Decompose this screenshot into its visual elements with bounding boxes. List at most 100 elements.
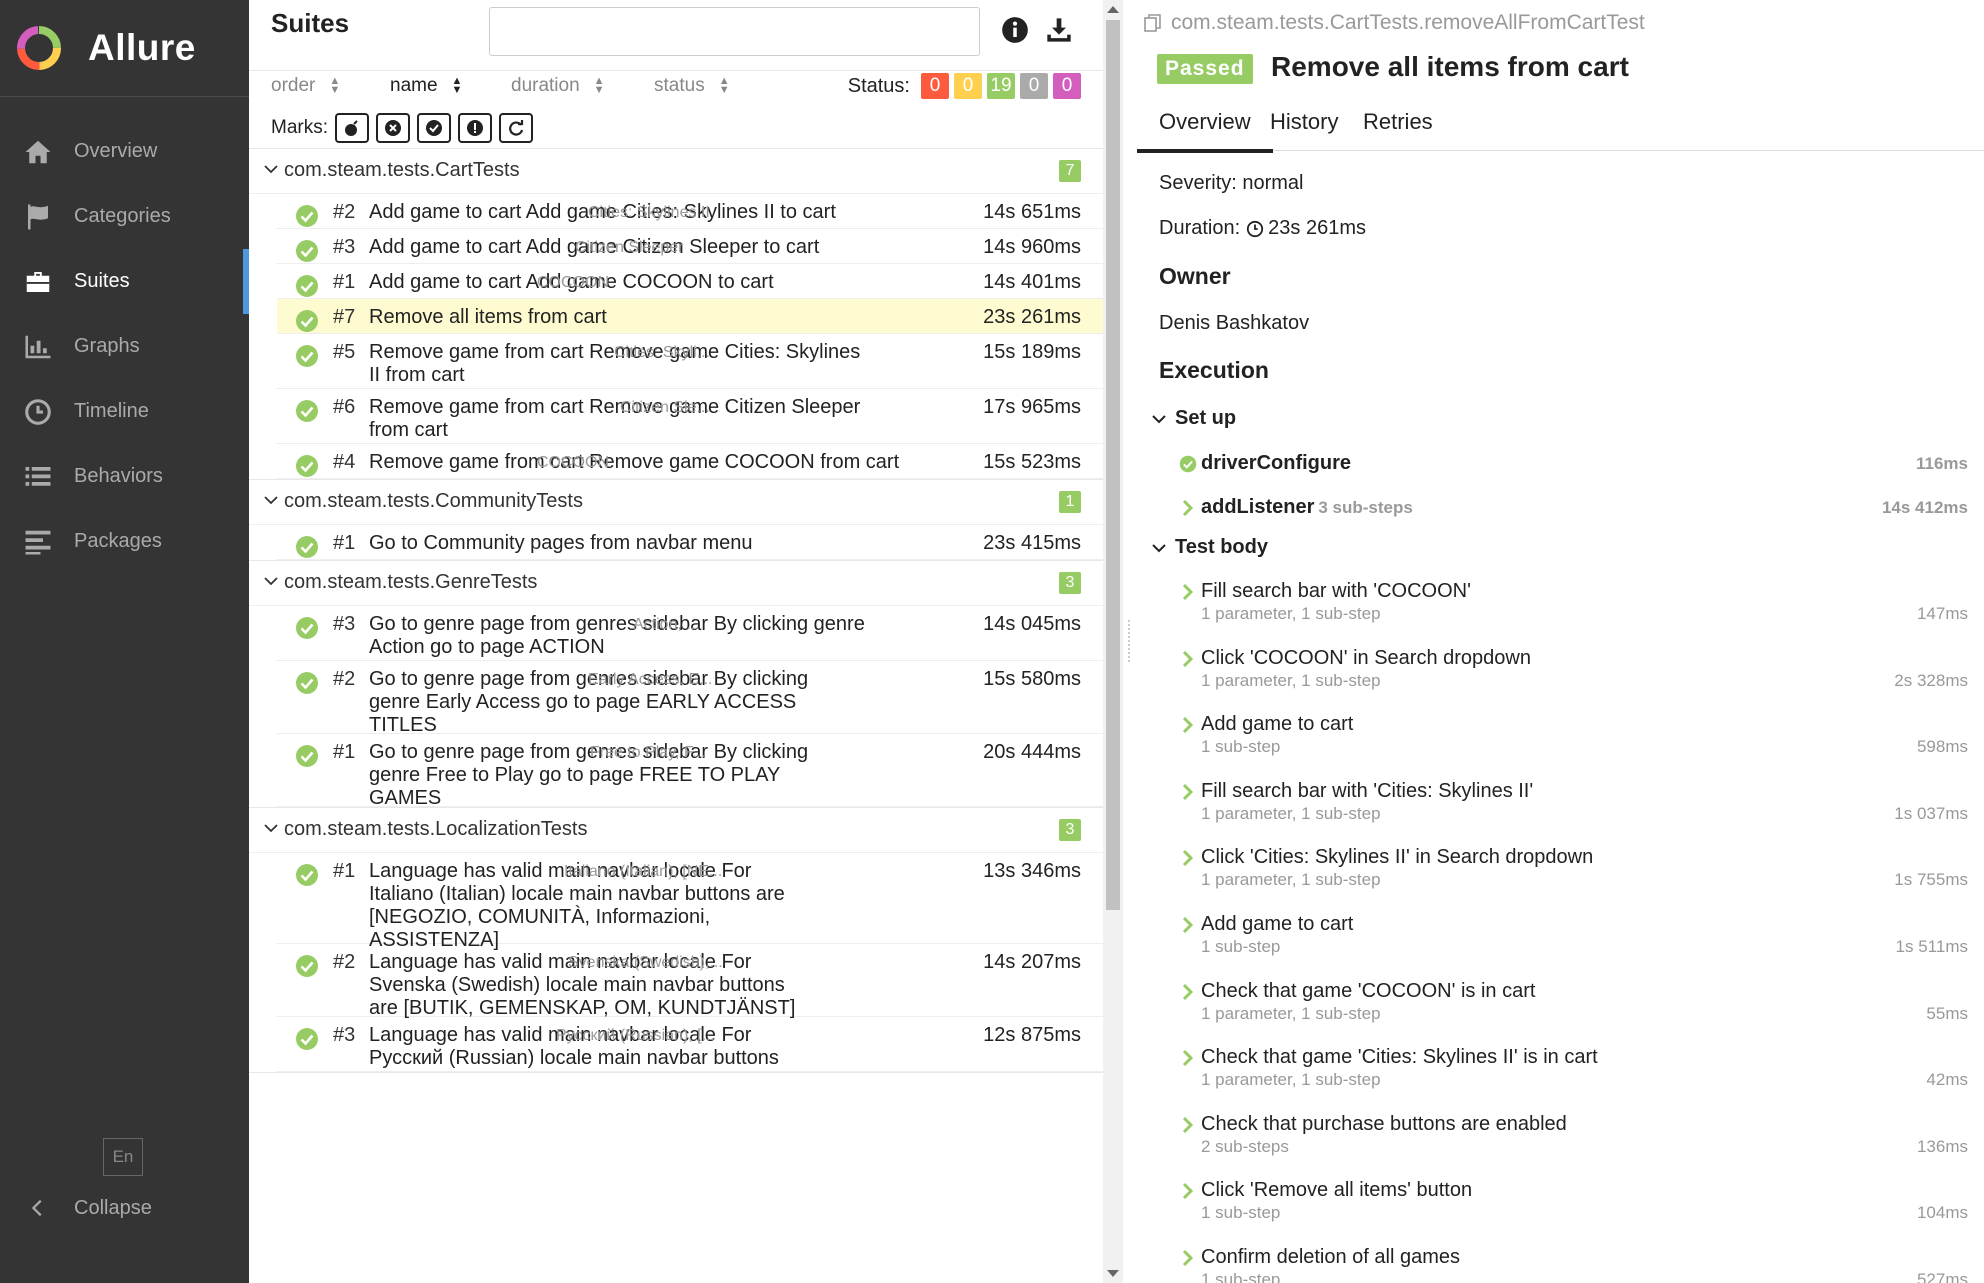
test-row[interactable]: #7 Remove all items from cart 23s 261ms	[277, 299, 1103, 334]
splitter-grip[interactable]	[1128, 620, 1134, 662]
sidebar-item-suites[interactable]: Suites	[0, 249, 249, 314]
status-failed-badge[interactable]: 0	[921, 73, 949, 99]
check-circle-icon	[296, 1028, 318, 1050]
suite-group-header[interactable]: com.steam.tests.CommunityTests 1	[249, 480, 1103, 525]
step-duration: 116ms	[1916, 454, 1968, 473]
test-title-line: Remove all items from cart	[369, 306, 607, 328]
download-icon[interactable]	[1045, 16, 1073, 44]
sort-order[interactable]: order ▲ ▼	[271, 75, 340, 97]
test-row[interactable]: #1 Language has valid main navbar locale …	[277, 853, 1103, 951]
test-number: #1	[333, 741, 356, 763]
mark-new-failed-toggle[interactable]	[376, 113, 410, 143]
refresh-icon	[509, 120, 524, 136]
scroll-thumb[interactable]	[1106, 20, 1120, 910]
language-button[interactable]: En	[103, 1138, 143, 1176]
info-icon[interactable]	[1001, 16, 1029, 44]
suite-group-header[interactable]: com.steam.tests.GenreTests 3	[249, 561, 1103, 606]
test-number: #3	[333, 236, 356, 258]
pane-splitter[interactable]	[1123, 0, 1137, 1283]
test-row[interactable]: #1 Go to genre page from genres sidebar B…	[277, 734, 1103, 809]
mark-new-broken-toggle[interactable]	[458, 113, 492, 143]
test-number: #2	[333, 668, 356, 690]
duration: Duration: 23s 261ms	[1159, 217, 1366, 240]
chevron-right-icon	[1182, 716, 1194, 734]
copy-icon[interactable]	[1143, 13, 1163, 33]
chevron-right-icon	[1182, 983, 1194, 1001]
test-row[interactable]: #2 Add game to cart Add game Cities: Skyl…	[277, 194, 1103, 229]
suite-group-header[interactable]: com.steam.tests.LocalizationTests 3	[249, 808, 1103, 853]
suite-group: com.steam.tests.CartTests 7 #2 Add game to …	[249, 149, 1103, 480]
sort-label: order	[271, 75, 316, 96]
step-duration: 42ms	[1926, 1070, 1968, 1089]
sidebar: Allure Overview Categories Suites Graphs…	[0, 0, 249, 1283]
sort-duration[interactable]: duration ▲ ▼	[511, 75, 605, 97]
test-title-line: Go to genre page from genres sidebar By …	[369, 741, 809, 763]
step-duration: 55ms	[1926, 1004, 1968, 1023]
sidebar-item-timeline[interactable]: Timeline	[0, 379, 249, 444]
sidebar-item-behaviors[interactable]: Behaviors	[0, 444, 249, 509]
test-parameters: Early Access, E...	[588, 671, 713, 688]
status-skipped-badge[interactable]: 0	[1020, 73, 1048, 99]
test-title-line: Go to genre page from genres sidebar By …	[369, 613, 865, 635]
step-name: Add game to cart	[1201, 913, 1354, 935]
scroll-down-icon[interactable]	[1107, 1270, 1119, 1277]
test-body-toggle[interactable]: Test body	[1151, 536, 1268, 559]
scroll-up-icon[interactable]	[1107, 6, 1119, 13]
search-input[interactable]	[489, 7, 980, 56]
suite-name: com.steam.tests.GenreTests	[284, 571, 538, 593]
chevron-down-icon	[1152, 543, 1166, 552]
test-full-name[interactable]: com.steam.tests.CartTests.removeAllFromC…	[1143, 11, 1645, 35]
step-info: 1 parameter, 1 sub-step	[1201, 1070, 1381, 1089]
setup-toggle[interactable]: Set up	[1151, 407, 1236, 430]
chevron-down-icon	[264, 496, 278, 505]
step-name: Click 'COCOON' in Search dropdown	[1201, 647, 1531, 669]
sidebar-item-categories[interactable]: Categories	[0, 184, 249, 249]
check-circle-icon	[296, 455, 318, 477]
status-unknown-badge[interactable]: 0	[1053, 73, 1081, 99]
test-row[interactable]: #2 Go to genre page from genres sidebar B…	[277, 661, 1103, 736]
sidebar-item-packages[interactable]: Packages	[0, 509, 249, 574]
status-broken-badge[interactable]: 0	[954, 73, 982, 99]
tab-retries[interactable]: Retries	[1341, 109, 1455, 149]
test-duration: 13s 346ms	[983, 860, 1081, 882]
step-duration: 1s 755ms	[1894, 870, 1968, 889]
sidebar-item-overview[interactable]: Overview	[0, 119, 249, 184]
test-row[interactable]: #1 Go to Community pages from navbar menu…	[277, 525, 1103, 560]
sort-status[interactable]: status ▲ ▼	[654, 75, 730, 97]
test-number: #2	[333, 201, 356, 223]
test-row[interactable]: #5 Remove game from cart Remove game Citi…	[277, 334, 1103, 389]
brand[interactable]: Allure	[0, 0, 249, 97]
test-title-line: Action go to page ACTION	[369, 636, 605, 658]
mark-flaky-toggle[interactable]	[335, 113, 369, 143]
test-number: #6	[333, 396, 356, 418]
sort-name[interactable]: name ▲ ▼	[390, 75, 462, 97]
test-number: #5	[333, 341, 356, 363]
test-row[interactable]: #1 Add game to cart Add game COCOON to ca…	[277, 264, 1103, 299]
test-title: Remove game from cart Remove game Citize…	[369, 396, 860, 442]
test-row[interactable]: #3 Go to genre page from genres sidebar B…	[277, 606, 1103, 661]
suite-group: com.steam.tests.GenreTests 3 #3 Go to genre…	[249, 561, 1103, 809]
owner-heading: Owner	[1159, 263, 1231, 289]
suites-scrollbar[interactable]	[1103, 0, 1123, 1283]
chevron-right-icon	[1182, 783, 1194, 801]
test-duration: 20s 444ms	[983, 741, 1081, 763]
test-row[interactable]: #3 Language has valid main navbar locale …	[277, 1017, 1103, 1072]
mark-new-passed-toggle[interactable]	[417, 113, 451, 143]
sidebar-item-label: Suites	[74, 270, 130, 292]
test-row[interactable]: #2 Language has valid main navbar locale …	[277, 944, 1103, 1019]
check-circle-icon	[296, 345, 318, 367]
step-name-text: addListener	[1201, 496, 1315, 518]
test-title-line: GAMES	[369, 787, 442, 809]
test-title: Remove game from cart Remove game COCOON…	[369, 451, 899, 474]
test-row[interactable]: #6 Remove game from cart Remove game Citi…	[277, 389, 1103, 444]
sidebar-item-graphs[interactable]: Graphs	[0, 314, 249, 379]
test-row[interactable]: #4 Remove game from cart Remove game COCO…	[277, 444, 1103, 479]
status-passed-badge[interactable]: 19	[987, 73, 1015, 99]
test-row[interactable]: #3 Add game to cart Add game Citizen Slee…	[277, 229, 1103, 264]
check-circle-icon	[296, 205, 318, 227]
sidebar-item-label: Packages	[74, 530, 162, 552]
suite-group-header[interactable]: com.steam.tests.CartTests 7	[249, 149, 1103, 194]
chevron-right-icon	[1182, 916, 1194, 934]
mark-retries-toggle[interactable]	[499, 113, 533, 143]
collapse-button[interactable]: Collapse	[22, 1188, 152, 1228]
